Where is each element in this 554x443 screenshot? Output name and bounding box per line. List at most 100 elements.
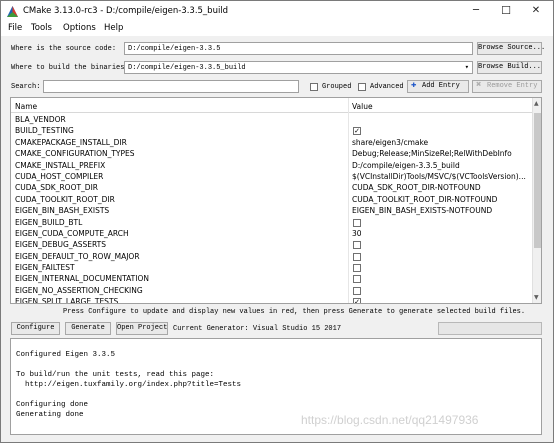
entry-name: EIGEN_INTERNAL_DOCUMENTATION	[15, 274, 149, 284]
advanced-label: Advanced	[370, 83, 404, 91]
build-path-value: D:/compile/eigen-3.3.5_build	[128, 64, 246, 72]
entry-name: EIGEN_DEBUG_ASSERTS	[15, 240, 106, 250]
checked-checkbox-icon[interactable]: ✓	[353, 298, 361, 303]
table-row[interactable]: EIGEN_SPLIT_LARGE_TESTS ✓	[11, 296, 532, 304]
table-row[interactable]: BUILD_TESTING ✓	[11, 125, 532, 136]
entry-name: EIGEN_NO_ASSERTION_CHECKING	[15, 285, 143, 295]
remove-entry-button[interactable]: ✖ Remove Entry	[472, 80, 542, 93]
grouped-label: Grouped	[322, 83, 352, 91]
build-path-combo[interactable]: D:/compile/eigen-3.3.5_build ▾	[124, 61, 473, 74]
entry-name: EIGEN_FAILTEST	[15, 263, 75, 273]
minimize-button[interactable]: ─	[461, 1, 491, 22]
grouped-checkbox[interactable]	[310, 83, 318, 91]
table-row[interactable]: BLA_VENDOR	[11, 114, 532, 125]
unchecked-checkbox-icon[interactable]	[353, 218, 361, 227]
entry-value[interactable]: share/eigen3/cmake	[352, 138, 428, 147]
build-label: Where to build the binaries:	[11, 64, 129, 72]
browse-source-button[interactable]: Browse Source...	[477, 42, 545, 55]
value-column-header[interactable]: Value	[352, 102, 373, 111]
table-row[interactable]: EIGEN_FAILTEST	[11, 262, 532, 273]
output-line: Configured Eigen 3.3.5	[16, 351, 116, 359]
add-entry-label: Add Entry	[422, 82, 460, 90]
progress-bar	[438, 322, 542, 335]
open-project-button[interactable]: Open Project	[116, 322, 168, 335]
search-label: Search:	[11, 83, 41, 91]
entry-name: CMAKE_CONFIGURATION_TYPES	[15, 149, 135, 159]
table-scrollbar[interactable]: ▲ ▼	[532, 98, 541, 303]
chevron-down-icon: ▾	[464, 64, 469, 72]
table-row[interactable]: CUDA_HOST_COMPILER $(VCInstallDir)Tools/M…	[11, 171, 532, 182]
table-row[interactable]: EIGEN_DEFAULT_TO_ROW_MAJOR	[11, 251, 532, 262]
table-row[interactable]: CMAKEPACKAGE_INSTALL_DIR share/eigen3/cma…	[11, 137, 532, 148]
cmake-window: CMake 3.13.0-rc3 - D:/compile/eigen-3.3.…	[0, 0, 554, 443]
table-row[interactable]: CMAKE_INSTALL_PREFIX D:/compile/eigen-3.3…	[11, 160, 532, 171]
maximize-button[interactable]: ☐	[491, 1, 521, 22]
entry-value[interactable]: D:/compile/eigen-3.3.5_build	[352, 161, 460, 170]
entry-value[interactable]: 30	[352, 229, 362, 238]
table-row[interactable]: EIGEN_CUDA_COMPUTE_ARCH 30	[11, 228, 532, 239]
table-row[interactable]: EIGEN_INTERNAL_DOCUMENTATION	[11, 273, 532, 284]
entry-value[interactable]: Debug;Release;MinSizeRel;RelWithDebInfo	[352, 149, 512, 158]
hint-text: Press Configure to update and display ne…	[63, 308, 526, 316]
add-entry-button[interactable]: ✚ Add Entry	[407, 80, 469, 93]
cache-table: Name Value BLA_VENDOR BUILD_TESTING ✓ CMAKE…	[10, 97, 542, 304]
table-row[interactable]: EIGEN_NO_ASSERTION_CHECKING	[11, 285, 532, 296]
entry-name: CUDA_HOST_COMPILER	[15, 171, 104, 181]
entry-value[interactable]: $(VCInstallDir)Tools/MSVC/$(VCToolsVersi…	[352, 172, 526, 181]
entry-name: CUDA_SDK_ROOT_DIR	[15, 183, 99, 193]
unchecked-checkbox-icon[interactable]	[353, 264, 361, 273]
source-path-input[interactable]: D:/compile/eigen-3.3.5	[124, 42, 473, 55]
output-line: To build/run the unit tests, read this p…	[16, 371, 215, 379]
entry-value[interactable]: CUDA_TOOLKIT_ROOT_DIR-NOTFOUND	[352, 195, 497, 204]
menu-options[interactable]: Options	[63, 23, 96, 33]
output-line: Configuring done	[16, 401, 89, 409]
configure-button[interactable]: Configure	[11, 322, 60, 335]
generate-button[interactable]: Generate	[65, 322, 111, 335]
entry-value[interactable]: EIGEN_BIN_BASH_EXISTS-NOTFOUND	[352, 206, 492, 215]
cmake-logo-icon	[7, 6, 18, 17]
output-line: Generating done	[16, 411, 84, 419]
window-title: CMake 3.13.0-rc3 - D:/compile/eigen-3.3.…	[23, 6, 229, 16]
checked-checkbox-icon[interactable]: ✓	[353, 127, 361, 136]
source-label: Where is the source code:	[11, 45, 117, 53]
unchecked-checkbox-icon[interactable]	[353, 241, 361, 250]
search-input[interactable]	[43, 80, 299, 93]
table-body: BLA_VENDOR BUILD_TESTING ✓ CMAKEPACKAGE_INS…	[11, 114, 532, 304]
current-generator-label: Current Generator: Visual Studio 15 2017	[173, 325, 342, 333]
table-row[interactable]: EIGEN_BUILD_BTL	[11, 217, 532, 228]
watermark: https://blog.csdn.net/qq21497936	[301, 413, 479, 427]
scroll-down-icon[interactable]: ▼	[534, 294, 539, 301]
entry-name: EIGEN_CUDA_COMPUTE_ARCH	[15, 228, 129, 238]
entry-name: EIGEN_SPLIT_LARGE_TESTS	[15, 297, 119, 304]
title-bar: CMake 3.13.0-rc3 - D:/compile/eigen-3.3.…	[1, 1, 553, 22]
scrollbar-thumb[interactable]	[534, 113, 541, 248]
table-row[interactable]: EIGEN_DEBUG_ASSERTS	[11, 239, 532, 250]
close-button[interactable]: ✕	[521, 1, 551, 22]
entry-name: EIGEN_BIN_BASH_EXISTS	[15, 206, 110, 216]
browse-build-button[interactable]: Browse Build...	[477, 61, 542, 74]
name-column-header[interactable]: Name	[15, 102, 37, 111]
entry-name: EIGEN_DEFAULT_TO_ROW_MAJOR	[15, 251, 140, 261]
table-row[interactable]: CMAKE_CONFIGURATION_TYPES Debug;Release;M…	[11, 148, 532, 159]
table-header: Name Value	[11, 98, 532, 113]
remove-icon: ✖	[476, 80, 482, 90]
menu-help[interactable]: Help	[104, 23, 123, 33]
unchecked-checkbox-icon[interactable]	[353, 275, 361, 284]
remove-entry-label: Remove Entry	[487, 82, 538, 90]
entry-name: CMAKE_INSTALL_PREFIX	[15, 160, 106, 170]
unchecked-checkbox-icon[interactable]	[353, 286, 361, 295]
plus-icon: ✚	[411, 80, 417, 90]
entry-name: CMAKEPACKAGE_INSTALL_DIR	[15, 137, 127, 147]
advanced-checkbox[interactable]	[358, 83, 366, 91]
entry-value[interactable]: CUDA_SDK_ROOT_DIR-NOTFOUND	[352, 183, 481, 192]
menu-tools[interactable]: Tools	[31, 23, 52, 33]
scroll-up-icon[interactable]: ▲	[534, 100, 539, 107]
entry-name: BUILD_TESTING	[15, 126, 74, 136]
table-row[interactable]: EIGEN_BIN_BASH_EXISTS EIGEN_BIN_BASH_EXIS…	[11, 205, 532, 216]
unchecked-checkbox-icon[interactable]	[353, 252, 361, 261]
menu-file[interactable]: File	[8, 23, 22, 33]
output-line: http://eigen.tuxfamily.org/index.php?tit…	[16, 381, 242, 389]
table-row[interactable]: CUDA_TOOLKIT_ROOT_DIR CUDA_TOOLKIT_ROOT_D…	[11, 194, 532, 205]
menu-bar: File Tools Options Help	[1, 22, 553, 36]
table-row[interactable]: CUDA_SDK_ROOT_DIR CUDA_SDK_ROOT_DIR-NOTFO…	[11, 182, 532, 193]
